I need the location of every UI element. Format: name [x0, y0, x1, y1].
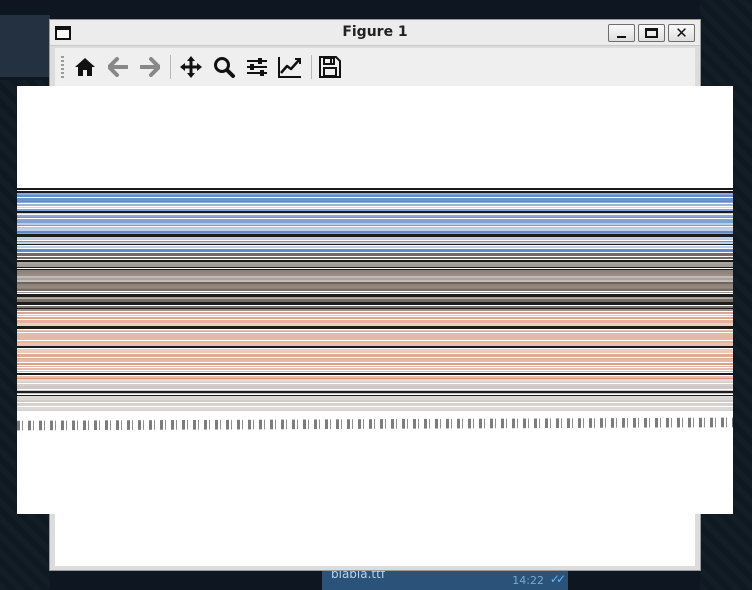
image-stripe [17, 373, 733, 375]
configure-subplots-button[interactable] [242, 52, 272, 82]
close-icon: ✕ [675, 23, 688, 42]
pan-button[interactable] [176, 52, 206, 82]
pan-icon [180, 56, 202, 78]
image-stripe [17, 315, 733, 316]
read-receipt-icon: ✓✓ [549, 572, 566, 586]
image-stripe [17, 368, 733, 370]
window-title: Figure 1 [342, 24, 408, 40]
minimize-icon [617, 35, 626, 38]
image-stripe [17, 337, 733, 340]
plot-noise-row [17, 417, 733, 431]
image-stripe [17, 405, 733, 406]
image-stripe [17, 410, 733, 411]
image-stripe [17, 388, 733, 389]
image-stripe [17, 292, 733, 293]
image-stripe [17, 267, 733, 268]
home-icon [75, 58, 95, 76]
image-stripe [17, 346, 733, 348]
axes-edit-icon [278, 57, 301, 78]
image-stripe [17, 217, 733, 218]
close-button[interactable]: ✕ [668, 24, 695, 42]
home-button[interactable] [70, 52, 100, 82]
image-stripe [17, 213, 733, 214]
image-stripe [17, 351, 733, 353]
image-stripe [17, 253, 733, 256]
image-stripe [17, 289, 733, 291]
image-stripe [17, 359, 733, 362]
maximize-button[interactable] [638, 24, 665, 42]
toolbar-grip-handle[interactable] [61, 56, 64, 78]
image-stripe [17, 326, 733, 329]
zoom-icon [214, 57, 235, 78]
image-stripe [17, 204, 733, 206]
back-arrow-icon [108, 57, 128, 77]
chat-sidebar-panel[interactable] [0, 15, 50, 77]
edit-axes-button[interactable] [275, 52, 305, 82]
plot-top-edge [17, 188, 733, 190]
image-stripe [17, 354, 733, 357]
toolbar-separator [311, 55, 312, 79]
image-stripe [17, 251, 733, 252]
image-stripe [17, 309, 733, 311]
image-stripe [17, 363, 733, 365]
subplots-config-icon [247, 58, 267, 76]
image-stripe [17, 331, 733, 332]
striped-image-plot [17, 188, 733, 412]
image-stripe [17, 239, 733, 240]
save-button[interactable] [315, 52, 345, 82]
forward-arrow-icon [140, 57, 160, 77]
back-button[interactable] [103, 52, 133, 82]
image-stripe [17, 195, 733, 197]
image-stripe [17, 312, 733, 314]
window-titlebar[interactable]: Figure 1 ✕ [50, 20, 700, 46]
image-stripe [17, 393, 733, 394]
image-stripe [17, 246, 733, 248]
toolbar-separator [170, 55, 171, 79]
minimize-button[interactable] [608, 24, 635, 42]
maximize-icon [645, 28, 658, 38]
forward-button[interactable] [135, 52, 165, 82]
message-time: 14:22 [512, 574, 544, 587]
image-stripe [17, 317, 733, 319]
save-icon [319, 56, 341, 78]
image-stripe [17, 382, 733, 383]
figure-canvas[interactable] [17, 86, 733, 514]
image-stripe [17, 302, 733, 305]
image-stripe [17, 366, 733, 367]
image-stripe [17, 257, 733, 259]
image-stripe [17, 371, 733, 372]
navigation-toolbar [55, 48, 695, 86]
image-stripe [17, 244, 733, 245]
image-stripe [17, 207, 733, 208]
image-stripe [17, 225, 733, 226]
image-stripe [17, 400, 733, 402]
image-stripe [17, 202, 733, 203]
zoom-button[interactable] [209, 52, 239, 82]
